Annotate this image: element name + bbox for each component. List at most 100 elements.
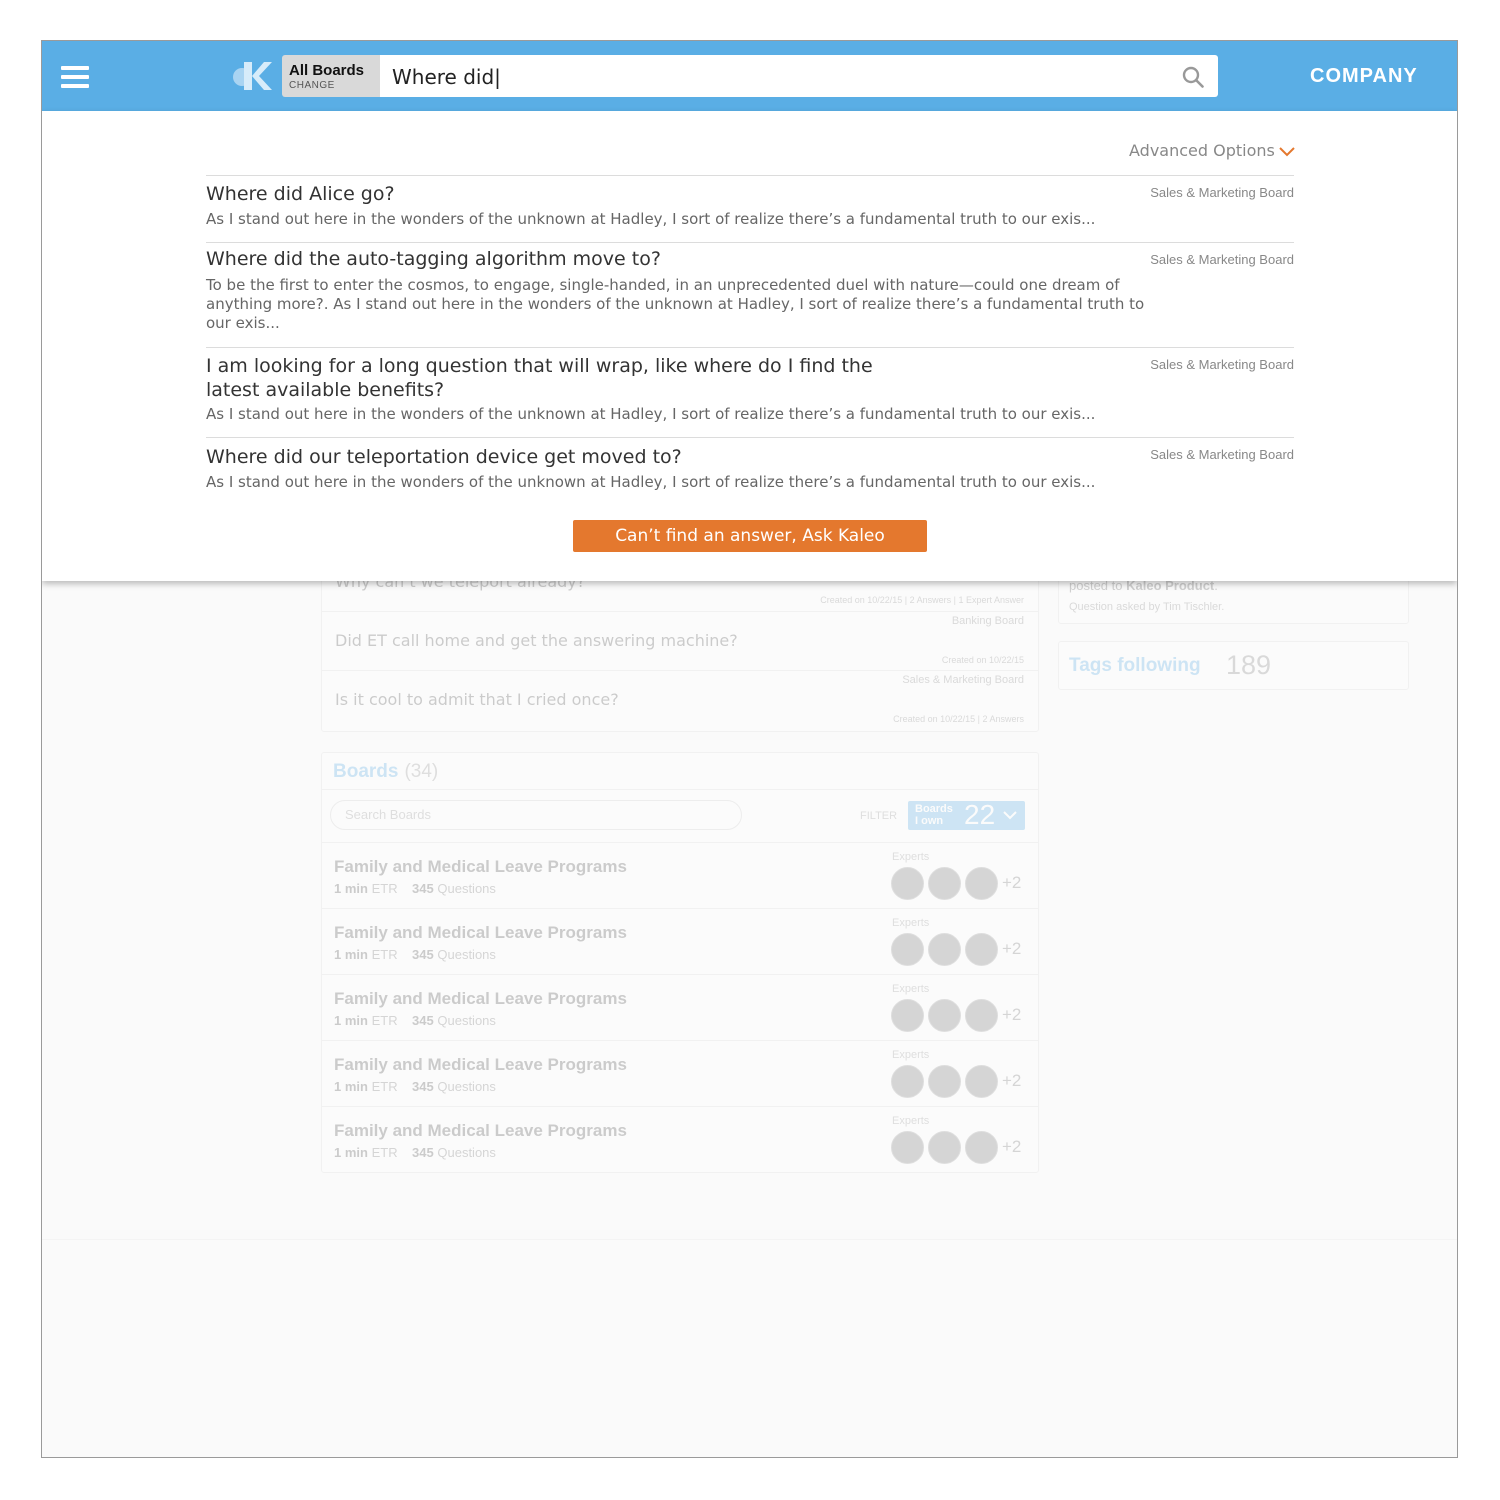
board-selector-change[interactable]: CHANGE	[289, 80, 335, 91]
company-name[interactable]: COMPANY	[1310, 65, 1418, 88]
board-name[interactable]: Family and Medical Leave Programs	[334, 857, 627, 877]
result-excerpt: To be the first to enter the cosmos, to …	[206, 276, 1145, 332]
board-row[interactable]: Family and Medical Leave Programs 1 min …	[322, 1040, 1038, 1107]
chevron-down-icon	[1003, 811, 1017, 820]
hamburger-menu-icon[interactable]	[61, 66, 89, 88]
etr-label: ETR	[371, 881, 398, 896]
avatar[interactable]	[891, 1065, 924, 1098]
board-row[interactable]: Family and Medical Leave Programs 1 min …	[322, 842, 1038, 909]
boards-title-text: Boards	[333, 761, 399, 782]
avatar[interactable]	[891, 1131, 924, 1164]
experts-label: Experts	[892, 1115, 930, 1127]
filter-pill-line1: Boards	[915, 803, 953, 815]
question-row[interactable]: Banking Board Did ET call home and get t…	[322, 611, 1038, 671]
advanced-options-toggle[interactable]: Advanced Options	[1129, 141, 1295, 160]
board-meta: 1 min ETR 345 Questions	[334, 881, 496, 896]
board-meta: 1 min ETR 345 Questions	[334, 1013, 496, 1028]
more-experts[interactable]: +2	[1002, 1005, 1021, 1025]
boards-title: Boards (34)	[333, 761, 438, 783]
question-meta: Created on 10/22/15 | 2 Answers	[893, 714, 1024, 724]
board-name[interactable]: Family and Medical Leave Programs	[334, 989, 627, 1009]
question-count: 345	[412, 881, 434, 896]
result-excerpt: As I stand out here in the wonders of th…	[206, 210, 1096, 228]
board-name[interactable]: Family and Medical Leave Programs	[334, 1055, 627, 1075]
search-results-dropdown: Advanced Options Where did Alice go? Sal…	[42, 111, 1457, 581]
result-board: Sales & Marketing Board	[1150, 447, 1294, 462]
board-name[interactable]: Family and Medical Leave Programs	[334, 1121, 627, 1141]
board-row[interactable]: Family and Medical Leave Programs 1 min …	[322, 1106, 1038, 1173]
avatar[interactable]	[891, 999, 924, 1032]
question-row[interactable]: Sales & Marketing Board Is it cool to ad…	[322, 670, 1038, 730]
filter-label: FILTER	[860, 810, 898, 822]
app-frame: Why can’t we teleport already? Created o…	[41, 40, 1458, 1458]
question-title[interactable]: Did ET call home and get the answering m…	[335, 631, 738, 650]
more-experts[interactable]: +2	[1002, 1137, 1021, 1157]
filter-count: 22	[964, 799, 996, 830]
board-selector-label: All Boards	[289, 62, 365, 79]
board-row[interactable]: Family and Medical Leave Programs 1 min …	[322, 974, 1038, 1041]
question-title[interactable]: Is it cool to admit that I cried once?	[335, 690, 619, 709]
question-board: Sales & Marketing Board	[902, 674, 1024, 686]
kaleo-logo	[233, 62, 272, 90]
search-result[interactable]: Where did the auto-tagging algorithm mov…	[206, 242, 1294, 347]
etr-label: ETR	[371, 947, 398, 962]
avatar[interactable]	[928, 933, 961, 966]
board-meta: 1 min ETR 345 Questions	[334, 1145, 496, 1160]
search-input[interactable]	[390, 62, 1154, 92]
advanced-options-label: Advanced Options	[1129, 141, 1275, 160]
avatar[interactable]	[965, 999, 998, 1032]
avatar[interactable]	[928, 1065, 961, 1098]
experts-label: Experts	[892, 983, 930, 995]
avatar[interactable]	[965, 867, 998, 900]
etr-label: ETR	[371, 1079, 398, 1094]
result-title[interactable]: Where did Alice go?	[206, 182, 906, 206]
avatar[interactable]	[928, 999, 961, 1032]
tags-title: Tags following	[1069, 655, 1201, 676]
question-meta: Created on 10/22/15 | 2 Answers | 1 Expe…	[820, 595, 1024, 605]
questions-label: Questions	[437, 1145, 496, 1160]
search-result[interactable]: Where did Alice go? Sales & Marketing Bo…	[206, 175, 1294, 243]
search-box[interactable]	[380, 55, 1218, 97]
board-name[interactable]: Family and Medical Leave Programs	[334, 923, 627, 943]
question-count: 345	[412, 1079, 434, 1094]
result-title[interactable]: Where did the auto-tagging algorithm mov…	[206, 247, 906, 271]
etr-value: 1 min	[334, 1013, 368, 1028]
avatar[interactable]	[965, 1131, 998, 1164]
tags-card[interactable]: Tags following 189	[1058, 641, 1409, 690]
avatar[interactable]	[891, 933, 924, 966]
more-experts[interactable]: +2	[1002, 873, 1021, 893]
more-experts[interactable]: +2	[1002, 1071, 1021, 1091]
etr-value: 1 min	[334, 1079, 368, 1094]
filter-dropdown[interactable]: Boards I own 22	[908, 799, 1025, 830]
search-result[interactable]: Where did our teleportation device get m…	[206, 437, 1294, 508]
footer-divider	[42, 1239, 1457, 1240]
avatar[interactable]	[891, 867, 924, 900]
avatar[interactable]	[965, 1065, 998, 1098]
etr-value: 1 min	[334, 881, 368, 896]
boards-card: Boards (34) Search Boards FILTER Boards I…	[321, 752, 1039, 1173]
search-result[interactable]: I am looking for a long question that wi…	[206, 347, 1294, 438]
chevron-down-icon	[1279, 146, 1295, 156]
question-count: 345	[412, 947, 434, 962]
board-selector[interactable]: All Boards CHANGE	[282, 55, 380, 97]
search-boards-input[interactable]: Search Boards	[330, 800, 742, 830]
more-experts[interactable]: +2	[1002, 939, 1021, 959]
etr-value: 1 min	[334, 1145, 368, 1160]
avatar[interactable]	[928, 1131, 961, 1164]
result-title[interactable]: Where did our teleportation device get m…	[206, 445, 906, 469]
result-title[interactable]: I am looking for a long question that wi…	[206, 354, 906, 402]
avatar[interactable]	[965, 933, 998, 966]
result-excerpt: As I stand out here in the wonders of th…	[206, 473, 1096, 491]
etr-label: ETR	[371, 1013, 398, 1028]
filter-pill-line2: I own	[915, 815, 944, 827]
board-row[interactable]: Family and Medical Leave Programs 1 min …	[322, 908, 1038, 975]
questions-label: Questions	[437, 1079, 496, 1094]
tags-count: 189	[1226, 650, 1272, 680]
experts-label: Experts	[892, 1049, 930, 1061]
experts-label: Experts	[892, 851, 930, 863]
search-icon[interactable]	[1182, 66, 1204, 88]
question-meta: Created on 10/22/15	[941, 655, 1024, 665]
avatar[interactable]	[928, 867, 961, 900]
ask-kaleo-button[interactable]: Can’t find an answer, Ask Kaleo	[573, 520, 927, 552]
questions-label: Questions	[437, 1013, 496, 1028]
